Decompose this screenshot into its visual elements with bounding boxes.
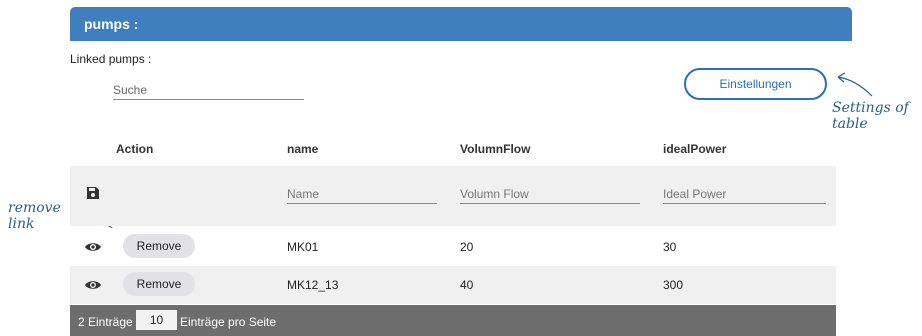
eye-icon[interactable] [84,240,102,254]
cell-idealpower: 300 [663,278,684,292]
power-filter [663,184,826,204]
entry-count: 2 Einträge [78,315,133,329]
cell-volumnflow: 40 [460,278,474,292]
name-filter-input[interactable] [287,184,437,203]
search-field [113,80,304,100]
per-page-select[interactable]: 10 [136,310,177,330]
filter-row [70,166,836,226]
settings-arrow [837,72,873,97]
cell-volumnflow: 20 [460,240,474,254]
column-header-action: Action [116,142,154,156]
settings-annotation: Settings of table [832,100,909,132]
linked-pumps-label: Linked pumps : [70,52,152,66]
table-row: Remove MK12_13 40 300 [70,266,836,304]
table-footer: 2 Einträge 10 Einträge pro Seite [70,305,836,336]
save-icon[interactable] [86,186,100,200]
name-filter [287,184,437,204]
flow-filter-input[interactable] [460,184,640,203]
search-input[interactable] [113,80,304,99]
cell-name: MK01 [287,240,319,254]
column-header-name[interactable]: name [287,142,318,156]
flow-filter [460,184,640,204]
panel-title: pumps : [84,16,139,32]
power-filter-input[interactable] [663,184,826,203]
column-header-idealpower[interactable]: idealPower [663,142,726,156]
remove-button[interactable]: Remove [123,272,195,296]
column-header-volumnflow[interactable]: VolumnFlow [460,142,530,156]
settings-button[interactable]: Einstellungen [684,68,827,100]
remove-button[interactable]: Remove [123,234,195,258]
eye-icon[interactable] [84,278,102,292]
per-page-label: Einträge pro Seite [180,315,277,329]
cell-idealpower: 30 [663,240,677,254]
table-row: Remove MK01 20 30 [70,228,836,266]
remove-annotation: remove link [8,200,61,232]
cell-name: MK12_13 [287,278,339,292]
panel-header: pumps : [70,7,852,41]
